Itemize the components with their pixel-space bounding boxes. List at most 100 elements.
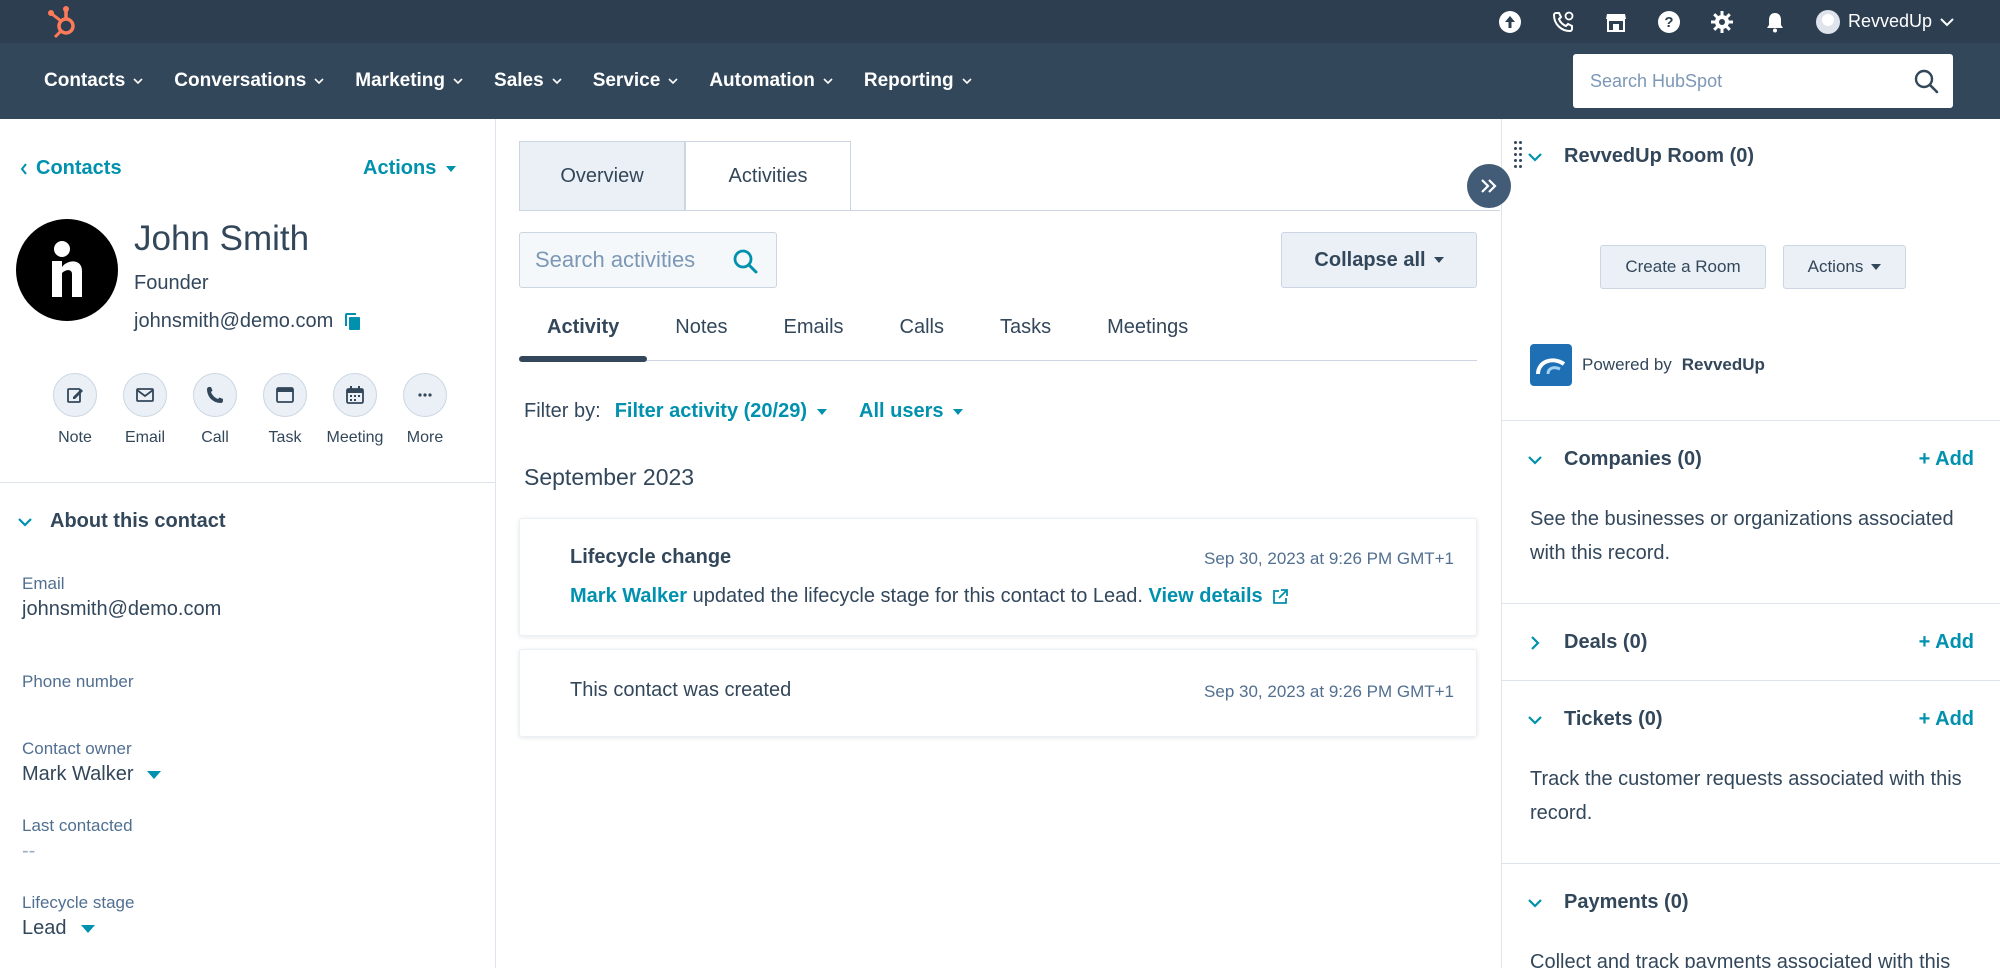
room-actions-label: Actions: [1807, 257, 1864, 276]
property-last-contacted[interactable]: Last contacted --: [22, 816, 133, 863]
property-label: Phone number: [22, 672, 134, 691]
back-to-contacts-link[interactable]: Contacts: [20, 157, 122, 180]
caret-down-icon: [1433, 257, 1444, 263]
create-room-button[interactable]: Create a Room: [1600, 245, 1766, 289]
upgrade-icon[interactable]: [1484, 0, 1537, 43]
lifecycle-value: Lead: [22, 917, 67, 939]
add-ticket-link[interactable]: + Add: [1919, 708, 1974, 731]
owner-dropdown[interactable]: Mark Walker: [22, 763, 162, 786]
drag-handle-icon[interactable]: [1514, 141, 1524, 173]
activity-title: This contact was created: [570, 679, 792, 701]
call-icon: [207, 387, 223, 403]
caret-down-icon: [817, 408, 827, 415]
contact-email[interactable]: johnsmith@demo.com: [134, 310, 333, 333]
hubspot-logo-icon[interactable]: [44, 4, 80, 40]
nav-automation[interactable]: Automation: [709, 70, 833, 92]
view-details-link[interactable]: View details: [1149, 585, 1263, 608]
main-nav: Contacts Conversations Marketing Sales S…: [0, 43, 2000, 119]
room-section-toggle[interactable]: RevvedUp Room (0): [1528, 145, 1754, 168]
property-phone[interactable]: Phone number: [22, 672, 134, 692]
nav-contacts[interactable]: Contacts: [44, 70, 143, 92]
settings-icon[interactable]: [1696, 0, 1749, 43]
email-icon: [136, 388, 154, 402]
double-chevron-right-icon: [1481, 179, 1497, 193]
global-search-input[interactable]: [1573, 54, 1903, 108]
payments-section-toggle[interactable]: Payments (0): [1528, 891, 1689, 914]
chevron-down-icon: [1528, 898, 1542, 908]
property-contact-owner[interactable]: Contact owner Mark Walker: [22, 739, 162, 786]
contact-name[interactable]: John Smith: [134, 219, 309, 259]
marketplace-icon[interactable]: [1590, 0, 1643, 43]
account-menu[interactable]: RevvedUp: [1815, 9, 1954, 34]
lifecycle-dropdown[interactable]: Lead: [22, 917, 134, 940]
avatar: [1815, 9, 1840, 34]
tickets-section-toggle[interactable]: Tickets (0): [1528, 708, 1663, 731]
quick-action-meeting[interactable]: Meeting: [320, 373, 390, 447]
chevron-down-icon: [668, 78, 678, 85]
add-company-link[interactable]: + Add: [1919, 448, 1974, 471]
search-icon[interactable]: [732, 248, 758, 274]
quick-action-more[interactable]: More: [390, 373, 460, 447]
subtab-calls[interactable]: Calls: [872, 304, 972, 351]
activity-date: Sep 30, 2023 at 9:26 PM GMT+1: [1204, 682, 1454, 701]
calling-icon[interactable]: [1537, 0, 1590, 43]
chevron-down-icon: [1528, 152, 1542, 162]
filter-bar: Filter by: Filter activity (20/29) All u…: [524, 400, 995, 423]
contact-job-title[interactable]: Founder: [134, 272, 209, 295]
subtab-notes[interactable]: Notes: [647, 304, 755, 351]
subtab-meetings[interactable]: Meetings: [1079, 304, 1216, 351]
expand-sidebar-button[interactable]: [1467, 164, 1511, 208]
nav-marketing[interactable]: Marketing: [355, 70, 463, 92]
about-section-title: About this contact: [50, 510, 226, 532]
about-section-toggle[interactable]: About this contact: [18, 510, 226, 533]
global-search: [1573, 54, 1953, 108]
activity-body: Mark Walker updated the lifecycle stage …: [570, 585, 1289, 608]
revvedup-logo-icon: [1530, 344, 1572, 386]
subtab-line: [519, 360, 1477, 361]
subtab-tasks[interactable]: Tasks: [972, 304, 1079, 351]
room-actions-button[interactable]: Actions: [1783, 245, 1906, 289]
property-email[interactable]: Email johnsmith@demo.com: [22, 574, 221, 621]
divider: [1502, 420, 2000, 421]
filter-users-dropdown[interactable]: All users: [859, 400, 964, 423]
nav-reporting[interactable]: Reporting: [864, 70, 972, 92]
copy-icon[interactable]: [345, 312, 361, 331]
active-subtab-indicator: [519, 356, 647, 362]
activity-card[interactable]: Lifecycle change Sep 30, 2023 at 9:26 PM…: [519, 518, 1477, 636]
property-lifecycle-stage[interactable]: Lifecycle stage Lead: [22, 893, 134, 940]
add-deal-link[interactable]: + Add: [1919, 631, 1974, 654]
tab-overview[interactable]: Overview: [519, 141, 685, 211]
contact-actions-dropdown[interactable]: Actions: [363, 157, 457, 180]
quick-action-call[interactable]: Call: [180, 373, 250, 447]
help-icon[interactable]: ?: [1643, 0, 1696, 43]
chevron-down-icon: [823, 78, 833, 85]
property-label: Contact owner: [22, 739, 132, 758]
activity-text: updated the lifecycle stage for this con…: [692, 585, 1143, 607]
quick-action-task[interactable]: Task: [250, 373, 320, 447]
filter-activity-dropdown[interactable]: Filter activity (20/29): [615, 400, 827, 423]
nav-conversations[interactable]: Conversations: [174, 70, 324, 92]
activity-search-input[interactable]: [520, 233, 730, 287]
nav-label: Reporting: [863, 70, 954, 91]
nav-sales[interactable]: Sales: [494, 70, 562, 92]
svg-text:?: ?: [1665, 14, 1674, 31]
nav-service[interactable]: Service: [593, 70, 679, 92]
tab-activities[interactable]: Activities: [685, 141, 851, 211]
quick-action-email[interactable]: Email: [110, 373, 180, 447]
companies-section-title: Companies (0): [1564, 448, 1702, 470]
notifications-icon[interactable]: [1749, 0, 1802, 43]
contact-avatar[interactable]: [16, 219, 118, 321]
filter-label: Filter by:: [524, 400, 601, 422]
search-icon[interactable]: [1913, 68, 1939, 94]
subtab-activity[interactable]: Activity: [519, 304, 647, 351]
quick-action-label: Call: [201, 429, 229, 446]
collapse-all-button[interactable]: Collapse all: [1281, 232, 1477, 288]
actor-link[interactable]: Mark Walker: [570, 585, 687, 608]
subtab-emails[interactable]: Emails: [756, 304, 872, 351]
deals-section-toggle[interactable]: Deals (0): [1528, 631, 1647, 654]
activity-card[interactable]: This contact was created Sep 30, 2023 at…: [519, 649, 1477, 737]
external-link-icon[interactable]: [1271, 588, 1289, 606]
quick-action-note[interactable]: Note: [40, 373, 110, 447]
companies-section-toggle[interactable]: Companies (0): [1528, 448, 1702, 471]
nav-label: Service: [592, 70, 661, 91]
